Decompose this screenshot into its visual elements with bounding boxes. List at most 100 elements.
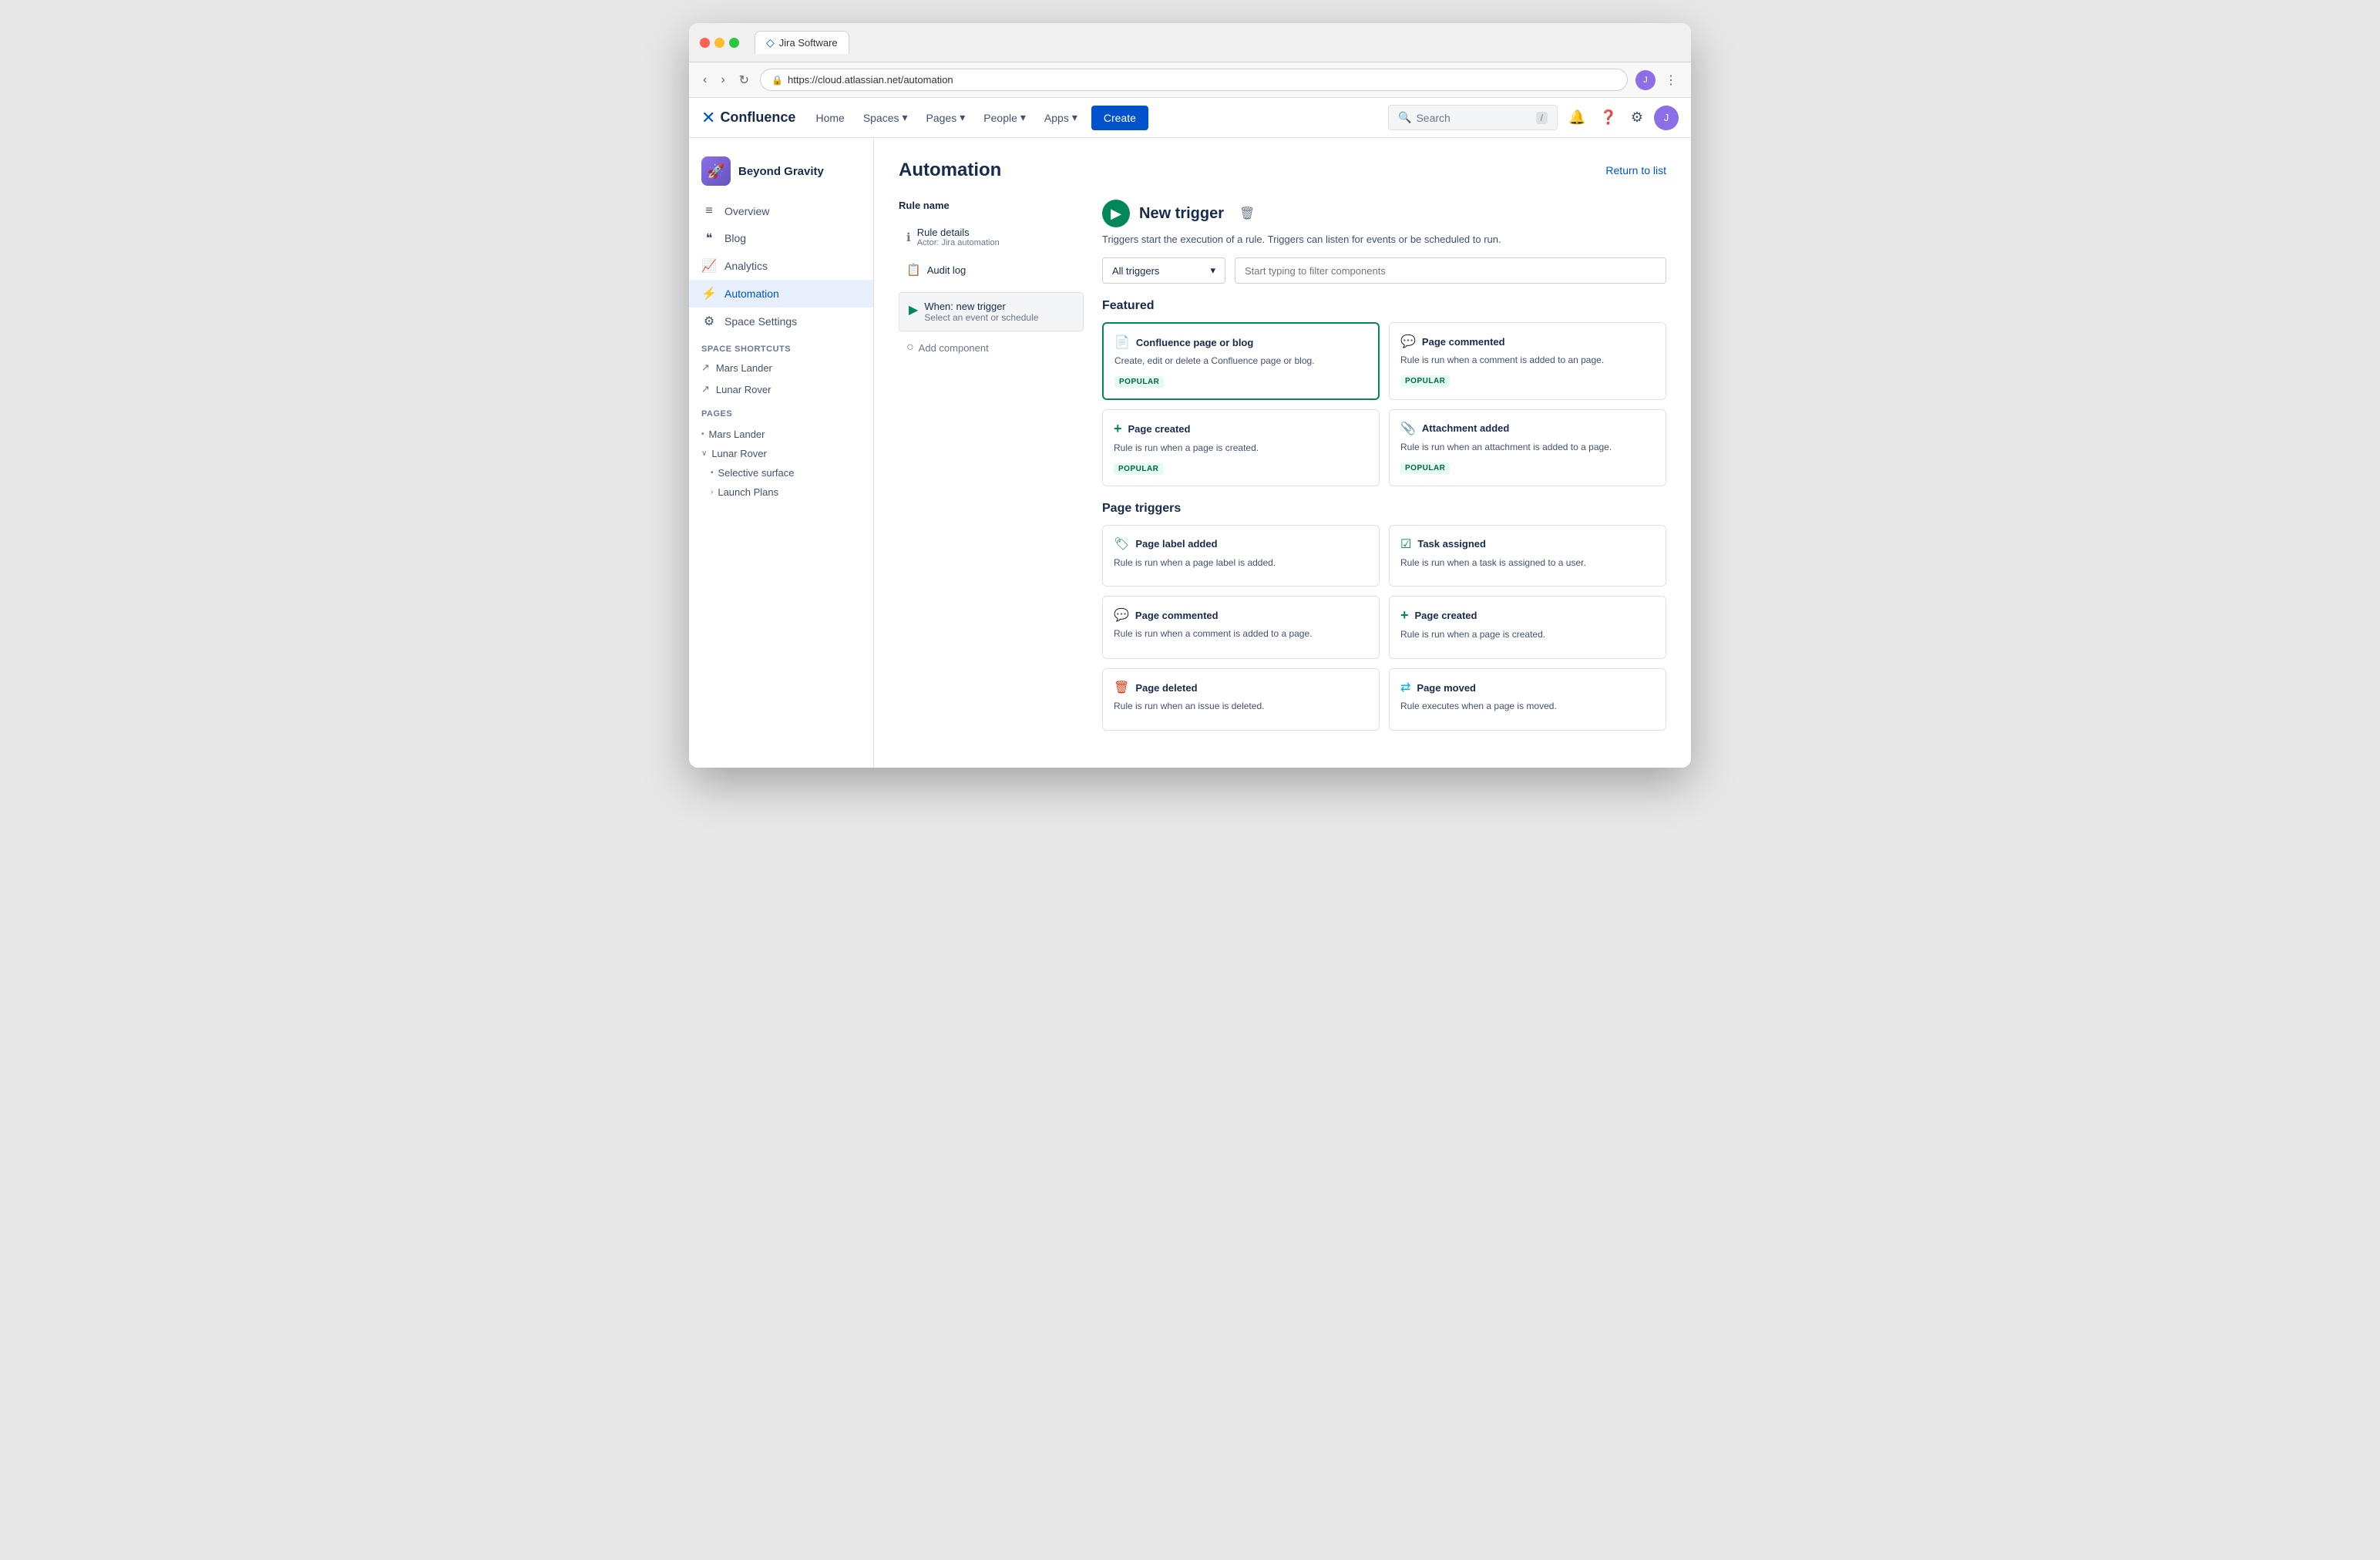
audit-log-item[interactable]: 📋 Audit log <box>899 257 1084 283</box>
people-dropdown-icon: ▾ <box>1020 111 1026 124</box>
close-button[interactable] <box>700 38 710 48</box>
card-desc: Rule is run when an attachment is added … <box>1400 441 1655 454</box>
analytics-icon: 📈 <box>701 258 717 274</box>
featured-cards-grid: 📄 Confluence page or blog Create, edit o… <box>1102 322 1666 486</box>
trigger-box-subtitle: Select an event or schedule <box>924 312 1038 323</box>
add-component-label: Add component <box>919 342 989 354</box>
confluence-logo-icon: ✕ <box>701 108 715 128</box>
trigger-card-label-added[interactable]: 🏷 Page label added Rule is run when a pa… <box>1102 525 1380 587</box>
overview-icon: ≡ <box>701 204 717 218</box>
page-title-row: Automation Return to list <box>899 160 1666 181</box>
browser-profile-avatar[interactable]: J <box>1635 70 1656 90</box>
card-desc: Rule executes when a page is moved. <box>1400 700 1655 713</box>
trigger-card-attachment[interactable]: 📎 Attachment added Rule is run when an a… <box>1389 409 1666 486</box>
page-item-selective-surface[interactable]: • Selective surface <box>689 463 873 482</box>
nav-apps[interactable]: Apps ▾ <box>1037 105 1085 130</box>
browser-bar: ‹ › ↻ 🔒 https://cloud.atlassian.net/auto… <box>689 62 1691 98</box>
browser-actions: J ⋮ <box>1635 69 1680 91</box>
refresh-button[interactable]: ↻ <box>736 69 752 91</box>
trigger-card-page-created-2[interactable]: + Page created Rule is run when a page i… <box>1389 596 1666 659</box>
rule-details-title: Rule details <box>917 227 1000 238</box>
trigger-card-page-deleted[interactable]: 🗑 Page deleted Rule is run when an issue… <box>1102 668 1380 731</box>
page-trigger-cards-grid: 🏷 Page label added Rule is run when a pa… <box>1102 525 1666 731</box>
spaces-dropdown-icon: ▾ <box>903 111 908 124</box>
rule-sidebar: Rule name ℹ Rule details Actor: Jira aut… <box>899 200 1084 746</box>
rule-details-subtitle: Actor: Jira automation <box>917 238 1000 247</box>
search-icon: 🔍 <box>1398 111 1411 124</box>
sidebar-item-analytics[interactable]: 📈 Analytics <box>689 252 873 280</box>
page-label: Selective surface <box>718 467 795 479</box>
settings-button[interactable]: ⚙ <box>1628 106 1646 129</box>
rule-panel: Rule name ℹ Rule details Actor: Jira aut… <box>899 200 1666 746</box>
external-link-icon: ↗ <box>701 361 710 374</box>
back-button[interactable]: ‹ <box>700 70 710 90</box>
minimize-button[interactable] <box>714 38 724 48</box>
trigger-play-icon: ▶ <box>909 302 918 318</box>
window-controls <box>700 38 739 48</box>
pages-dropdown-icon: ▾ <box>960 111 965 124</box>
filter-components-input[interactable] <box>1235 257 1666 284</box>
search-bar[interactable]: 🔍 Search / <box>1388 105 1558 130</box>
add-component-button[interactable]: ○ Add component <box>899 335 1084 361</box>
featured-section-title: Featured <box>1102 299 1666 313</box>
sidebar-item-automation[interactable]: ⚡ Automation <box>689 280 873 308</box>
nav-people[interactable]: People ▾ <box>976 105 1034 130</box>
card-desc: Rule is run when a page is created. <box>1114 442 1368 455</box>
sidebar-item-overview[interactable]: ≡ Overview <box>689 198 873 224</box>
shortcut-mars-lander[interactable]: ↗ Mars Lander <box>689 357 873 378</box>
trigger-type-dropdown[interactable]: All triggers ▾ <box>1102 257 1225 284</box>
page-item-mars-lander[interactable]: • Mars Lander <box>689 425 873 444</box>
browser-menu-button[interactable]: ⋮ <box>1662 69 1680 91</box>
create-button[interactable]: Create <box>1091 106 1148 130</box>
delete-trigger-icon[interactable]: 🗑 <box>1239 206 1255 221</box>
trigger-card-page-commented[interactable]: 💬 Page commented Rule is run when a comm… <box>1389 322 1666 400</box>
space-icon: 🚀 <box>701 156 731 186</box>
address-bar[interactable]: 🔒 https://cloud.atlassian.net/automation <box>760 69 1628 91</box>
browser-tab[interactable]: ◇ Jira Software <box>755 31 849 54</box>
user-avatar[interactable]: J <box>1654 106 1679 130</box>
sidebar-item-blog[interactable]: ❝ Blog <box>689 224 873 252</box>
apps-dropdown-icon: ▾ <box>1072 111 1077 124</box>
return-to-list-link[interactable]: Return to list <box>1605 164 1666 177</box>
address-text: https://cloud.atlassian.net/automation <box>788 74 953 86</box>
card-title: Attachment added <box>1422 422 1509 434</box>
shortcut-label: Lunar Rover <box>716 384 771 395</box>
shortcuts-section-label: SPACE SHORTCUTS <box>689 335 873 357</box>
sidebar-item-space-settings[interactable]: ⚙ Space Settings <box>689 308 873 335</box>
card-icon-comment: 💬 <box>1400 334 1416 349</box>
card-title: Page commented <box>1135 610 1219 621</box>
sidebar-item-label: Blog <box>724 232 746 244</box>
card-desc: Create, edit or delete a Confluence page… <box>1114 355 1367 368</box>
forward-button[interactable]: › <box>718 70 728 90</box>
trigger-box-title: When: new trigger <box>924 301 1038 312</box>
maximize-button[interactable] <box>729 38 739 48</box>
nav-spaces[interactable]: Spaces ▾ <box>856 105 916 130</box>
confluence-logo[interactable]: ✕ Confluence <box>701 108 795 128</box>
nav-pages[interactable]: Pages ▾ <box>919 105 973 130</box>
search-placeholder: Search <box>1416 112 1450 124</box>
trigger-card-page-moved[interactable]: ⇄ Page moved Rule executes when a page i… <box>1389 668 1666 731</box>
rule-details-item[interactable]: ℹ Rule details Actor: Jira automation <box>899 220 1084 254</box>
page-expand-icon: ∨ <box>701 449 707 458</box>
notifications-button[interactable]: 🔔 <box>1565 106 1588 129</box>
page-label: Mars Lander <box>709 429 765 440</box>
rule-name-label: Rule name <box>899 200 1084 211</box>
card-icon-label: 🏷 <box>1114 536 1129 552</box>
page-item-lunar-rover[interactable]: ∨ Lunar Rover <box>689 444 873 463</box>
nav-home[interactable]: Home <box>808 106 852 130</box>
help-button[interactable]: ❓ <box>1596 106 1619 129</box>
popular-badge: POPULAR <box>1400 462 1450 474</box>
page-item-launch-plans[interactable]: › Launch Plans <box>689 482 873 502</box>
trigger-card-page-created[interactable]: + Page created Rule is run when a page i… <box>1102 409 1380 486</box>
page-label: Lunar Rover <box>711 448 767 459</box>
sidebar: 🚀 Beyond Gravity ≡ Overview ❝ Blog 📈 Ana… <box>689 138 874 768</box>
trigger-card-task-assigned[interactable]: ☑ Task assigned Rule is run when a task … <box>1389 525 1666 587</box>
automation-icon: ⚡ <box>701 286 717 301</box>
titlebar: ◇ Jira Software <box>689 23 1691 62</box>
trigger-box[interactable]: ▶ When: new trigger Select an event or s… <box>899 292 1084 331</box>
audit-log-title: Audit log <box>927 264 966 276</box>
tab-label: Jira Software <box>779 37 838 49</box>
trigger-card-page-commented-2[interactable]: 💬 Page commented Rule is run when a comm… <box>1102 596 1380 659</box>
trigger-card-confluence-page[interactable]: 📄 Confluence page or blog Create, edit o… <box>1102 322 1380 400</box>
shortcut-lunar-rover[interactable]: ↗ Lunar Rover <box>689 378 873 400</box>
